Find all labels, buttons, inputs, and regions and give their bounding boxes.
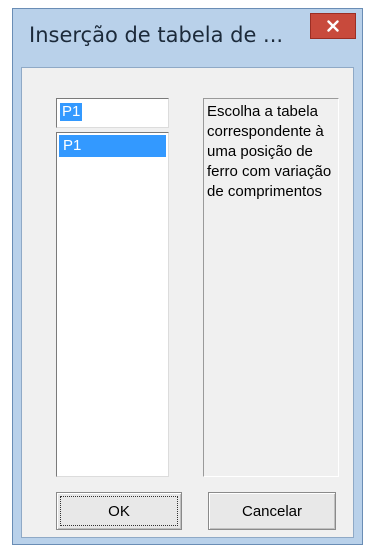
table-name-input[interactable]: P1 — [56, 98, 169, 128]
table-name-input-value: P1 — [60, 103, 83, 121]
table-listbox[interactable]: P1 — [56, 132, 169, 477]
focus-indicator — [60, 496, 178, 526]
dialog-client-area: P1 P1 Escolha a tabela correspondente à … — [21, 67, 354, 538]
window-title: Inserção de tabela de ... — [29, 23, 284, 47]
hint-panel: Escolha a tabela correspondente à uma po… — [203, 98, 339, 477]
dialog-window: Inserção de tabela de ... P1 P1 Escolha … — [12, 8, 363, 545]
ok-button[interactable]: OK — [56, 492, 182, 530]
list-item[interactable]: P1 — [59, 135, 166, 157]
list-item-label: P1 — [63, 137, 82, 154]
close-icon — [327, 20, 339, 32]
cancel-button-label: Cancelar — [241, 502, 303, 520]
cancel-button[interactable]: Cancelar — [208, 492, 336, 530]
close-button[interactable] — [310, 13, 356, 39]
title-bar[interactable]: Inserção de tabela de ... — [13, 9, 362, 67]
hint-text: Escolha a tabela correspondente à uma po… — [207, 103, 332, 200]
